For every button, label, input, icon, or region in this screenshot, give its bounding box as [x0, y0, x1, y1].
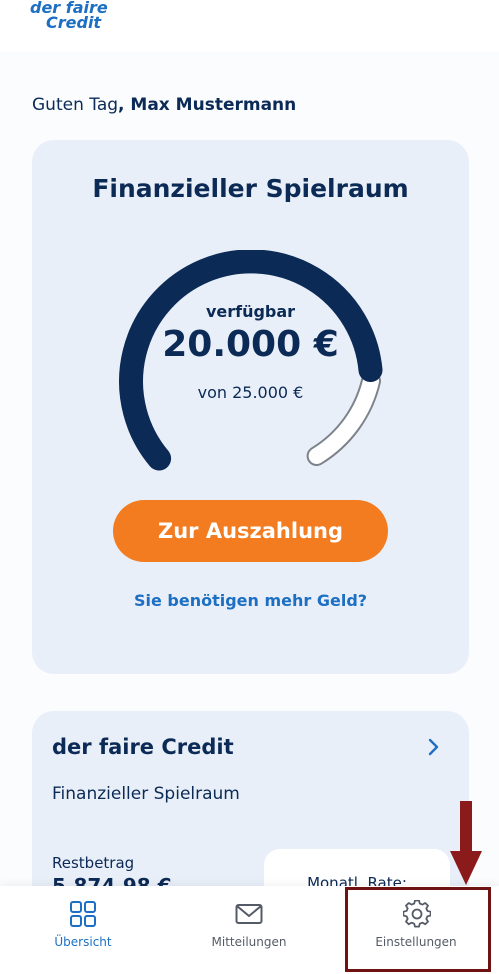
chevron-right-icon[interactable]	[426, 735, 442, 759]
greeting-prefix: Guten Tag	[32, 95, 119, 115]
more-money-link[interactable]: Sie benötigen mehr Geld?	[32, 591, 469, 610]
credit-title: der faire Credit	[52, 735, 234, 759]
payout-button[interactable]: Zur Auszahlung	[113, 500, 388, 562]
greeting: Guten Tag, Max Mustermann	[32, 95, 296, 115]
annotation-highlight-box	[345, 887, 491, 972]
down-arrow-icon	[450, 801, 482, 885]
mail-icon	[235, 904, 263, 924]
spielraum-title: Finanzieller Spielraum	[92, 174, 409, 203]
credit-card[interactable]: der faire Credit Finanzieller Spielraum …	[32, 711, 469, 886]
logo-line2: Credit	[46, 13, 102, 32]
nav-item-mitteilungen[interactable]: Mitteilungen	[166, 886, 332, 974]
nav-item-uebersicht[interactable]: Übersicht	[0, 886, 166, 974]
nav-label-mitteilungen: Mitteilungen	[211, 935, 287, 949]
nav-label-uebersicht: Übersicht	[54, 935, 112, 949]
main-content: Guten Tag, Max Mustermann Finanzieller S…	[0, 52, 499, 886]
rate-label: Monatl. Rate:	[307, 874, 407, 886]
available-amount: 20.000 €	[162, 324, 339, 365]
total-amount: von 25.000 €	[197, 383, 304, 402]
grid-icon	[70, 901, 96, 927]
credit-subtitle: Finanzieller Spielraum	[52, 784, 240, 804]
rate-box: Monatl. Rate:	[264, 849, 450, 886]
rest-value: 5.874,98 €	[52, 874, 172, 886]
spielraum-card: Finanzieller Spielraum verfügbar 20.000 …	[32, 140, 469, 674]
brand-logo[interactable]: der faire Credit	[30, 0, 114, 34]
spielraum-gauge	[119, 250, 383, 471]
available-label: verfügbar	[205, 302, 296, 321]
rest-label: Restbetrag	[52, 854, 135, 872]
top-bar: der faire Credit	[0, 0, 499, 52]
greeting-name: , Max Mustermann	[118, 95, 297, 115]
